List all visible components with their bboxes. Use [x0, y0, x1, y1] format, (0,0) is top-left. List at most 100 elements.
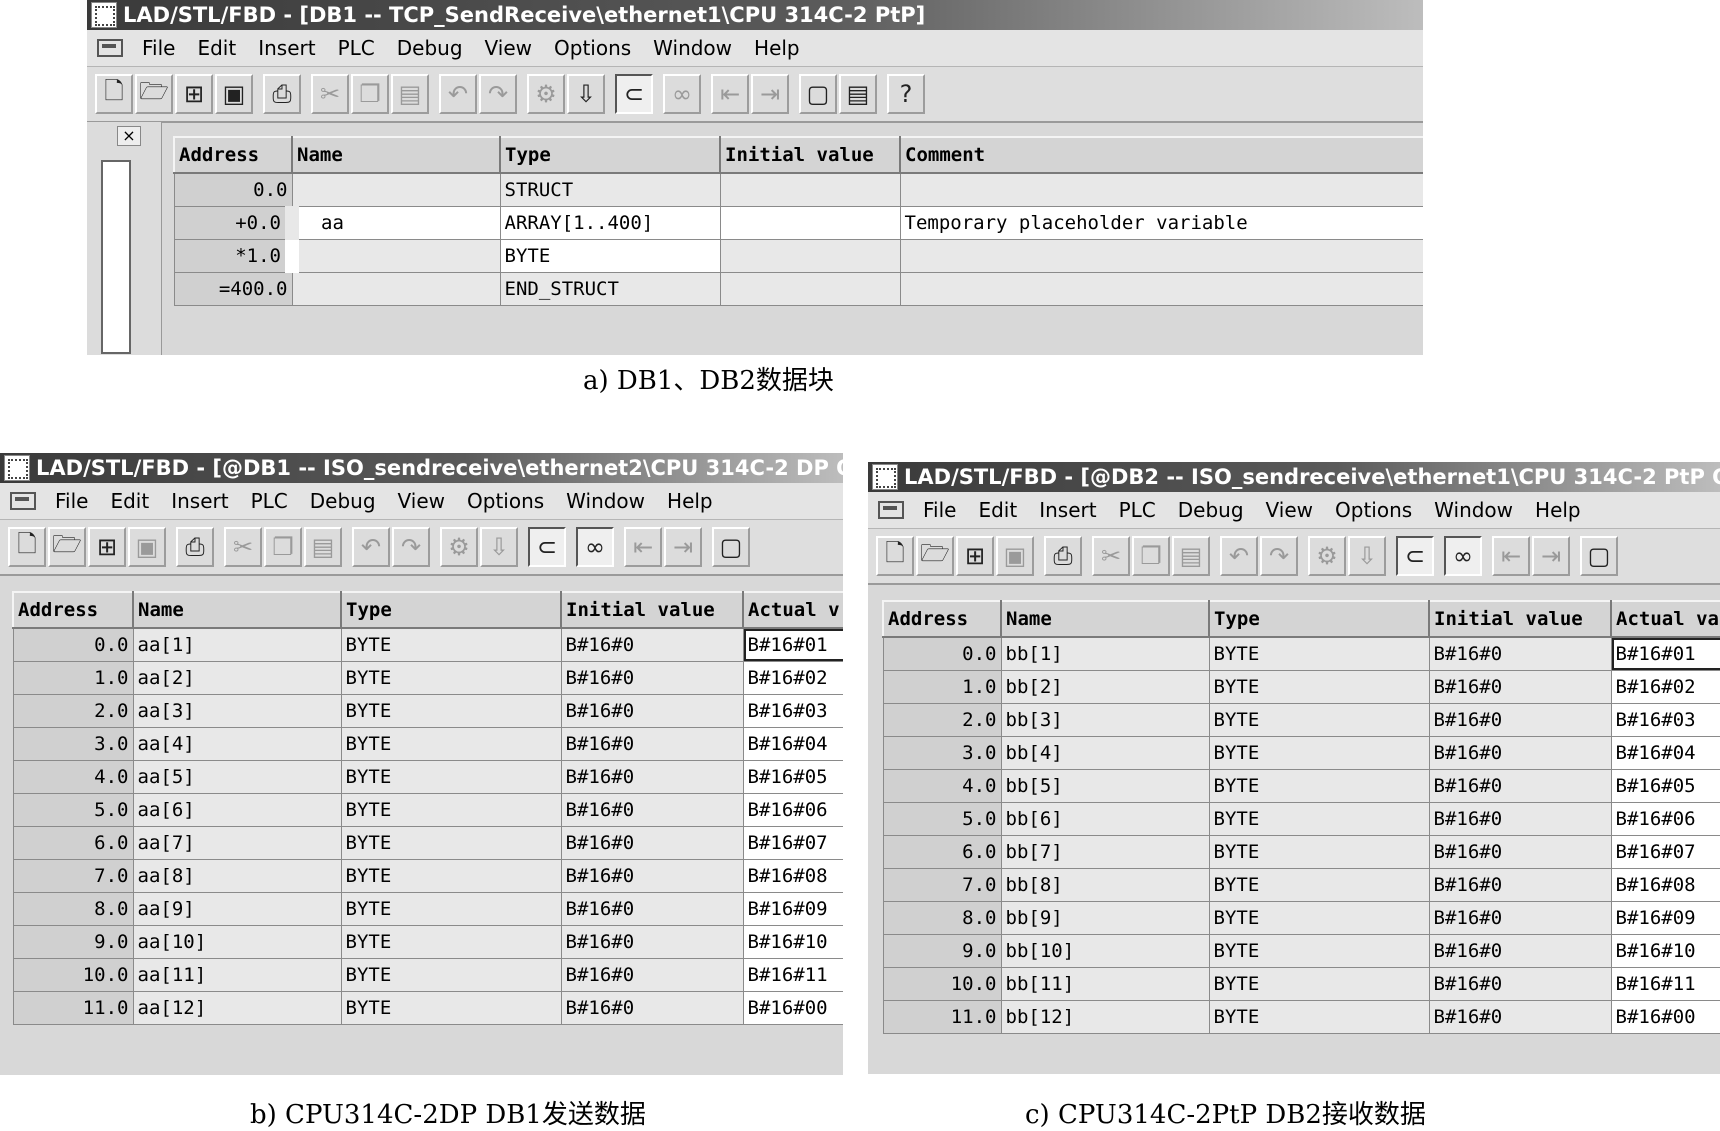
- table-row[interactable]: 0.0 STRUCT: [173, 172, 1423, 207]
- window-b-titlebar[interactable]: LAD/STL/FBD - [@DB1 -- ISO_sendreceive\e…: [0, 453, 843, 483]
- initial-value-cell[interactable]: B#16#0: [560, 826, 744, 860]
- actual-value-cell[interactable]: B#16#05: [1610, 769, 1720, 803]
- name-cell[interactable]: bb[9]: [1000, 901, 1210, 935]
- actual-value-cell[interactable]: B#16#10: [742, 925, 843, 959]
- prev-error-icon[interactable]: ⇤: [1492, 536, 1530, 576]
- table-row[interactable]: 8.0 aa[9] BYTE B#16#0 B#16#09: [12, 892, 843, 926]
- menu-debug[interactable]: Debug: [1167, 498, 1255, 522]
- type-cell[interactable]: BYTE: [499, 239, 721, 273]
- column-header-initial-value[interactable]: Initial value: [560, 591, 744, 629]
- menu-options[interactable]: Options: [543, 36, 642, 60]
- type-cell[interactable]: BYTE: [1208, 736, 1430, 770]
- actual-value-cell[interactable]: B#16#02: [1610, 670, 1720, 704]
- initial-value-cell[interactable]: B#16#0: [1428, 670, 1612, 704]
- actual-value-cell[interactable]: B#16#09: [742, 892, 843, 926]
- table-row[interactable]: 11.0 bb[12] BYTE B#16#0 B#16#00: [882, 1000, 1720, 1034]
- actual-value-cell[interactable]: B#16#08: [742, 859, 843, 893]
- save-icon[interactable]: ▣: [996, 536, 1034, 576]
- table-row[interactable]: 3.0 bb[4] BYTE B#16#0 B#16#04: [882, 736, 1720, 770]
- table-row[interactable]: 2.0 aa[3] BYTE B#16#0 B#16#03: [12, 694, 843, 728]
- actual-value-cell[interactable]: B#16#01: [1610, 636, 1720, 671]
- table-row[interactable]: 6.0 aa[7] BYTE B#16#0 B#16#07: [12, 826, 843, 860]
- name-cell[interactable]: bb[2]: [1000, 670, 1210, 704]
- close-icon[interactable]: ×: [117, 126, 141, 146]
- actual-value-cell[interactable]: B#16#01: [742, 627, 843, 662]
- name-cell[interactable]: aa[8]: [132, 859, 342, 893]
- name-cell[interactable]: aa[10]: [132, 925, 342, 959]
- prev-error-icon[interactable]: ⇤: [711, 74, 749, 114]
- initial-value-cell[interactable]: B#16#0: [1428, 636, 1612, 671]
- system-menu-icon[interactable]: [97, 39, 123, 57]
- print-icon[interactable]: ⎙: [1044, 536, 1082, 576]
- column-header-address[interactable]: Address: [882, 600, 1002, 638]
- menu-file[interactable]: File: [44, 489, 99, 513]
- type-cell[interactable]: BYTE: [340, 925, 562, 959]
- actual-value-cell[interactable]: B#16#11: [742, 958, 843, 992]
- initial-value-cell[interactable]: B#16#0: [1428, 769, 1612, 803]
- cut-icon[interactable]: ✂: [311, 74, 349, 114]
- compile-icon[interactable]: ⚙: [1308, 536, 1346, 576]
- menu-window[interactable]: Window: [1423, 498, 1524, 522]
- table-row[interactable]: 1.0 bb[2] BYTE B#16#0 B#16#02: [882, 670, 1720, 704]
- menu-plc[interactable]: PLC: [327, 36, 386, 60]
- menu-edit[interactable]: Edit: [186, 36, 247, 60]
- initial-value-cell[interactable]: B#16#0: [560, 892, 744, 926]
- comment-cell[interactable]: [899, 172, 1423, 207]
- name-cell[interactable]: aa[4]: [132, 727, 342, 761]
- table-row[interactable]: =400.0 END_STRUCT: [173, 272, 1423, 306]
- undo-icon[interactable]: ↶: [1220, 536, 1258, 576]
- actual-value-cell[interactable]: B#16#04: [1610, 736, 1720, 770]
- type-cell[interactable]: BYTE: [340, 760, 562, 794]
- prev-error-icon[interactable]: ⇤: [624, 527, 662, 567]
- actual-value-cell[interactable]: B#16#03: [742, 694, 843, 728]
- initial-value-cell[interactable]: B#16#0: [1428, 835, 1612, 869]
- name-cell[interactable]: bb[1]: [1000, 636, 1210, 671]
- print-icon[interactable]: ⎙: [176, 527, 214, 567]
- online-monitor-icon[interactable]: ⊂: [615, 74, 653, 114]
- name-cell[interactable]: aa[3]: [132, 694, 342, 728]
- initial-value-cell[interactable]: [719, 272, 901, 306]
- initial-value-cell[interactable]: [719, 172, 901, 207]
- comment-cell[interactable]: [899, 272, 1423, 306]
- initial-value-cell[interactable]: B#16#0: [560, 859, 744, 893]
- table-row[interactable]: 10.0 aa[11] BYTE B#16#0 B#16#11: [12, 958, 843, 992]
- undo-icon[interactable]: ↶: [439, 74, 477, 114]
- menu-help[interactable]: Help: [656, 489, 724, 513]
- download-icon[interactable]: ⇩: [1348, 536, 1386, 576]
- initial-value-cell[interactable]: B#16#0: [560, 958, 744, 992]
- redo-icon[interactable]: ↷: [1260, 536, 1298, 576]
- menu-view[interactable]: View: [474, 36, 543, 60]
- paste-icon[interactable]: ▤: [391, 74, 429, 114]
- type-cell[interactable]: BYTE: [340, 892, 562, 926]
- accessible-nodes-icon[interactable]: ⊞: [88, 527, 126, 567]
- next-error-icon[interactable]: ⇥: [664, 527, 702, 567]
- column-header-address[interactable]: Address: [12, 591, 134, 629]
- accessible-nodes-icon[interactable]: ⊞: [175, 74, 213, 114]
- actual-value-cell[interactable]: B#16#06: [1610, 802, 1720, 836]
- actual-value-cell[interactable]: B#16#02: [742, 661, 843, 695]
- actual-value-cell[interactable]: B#16#07: [742, 826, 843, 860]
- name-cell[interactable]: bb[12]: [1000, 1000, 1210, 1034]
- name-cell[interactable]: aa[2]: [132, 661, 342, 695]
- column-header-address[interactable]: Address: [173, 136, 293, 174]
- window-c-titlebar[interactable]: LAD/STL/FBD - [@DB2 -- ISO_sendreceive\e…: [868, 462, 1720, 492]
- system-menu-icon[interactable]: [10, 492, 36, 510]
- type-cell[interactable]: BYTE: [1208, 1000, 1430, 1034]
- overview-pane[interactable]: ×: [87, 122, 162, 355]
- table-row[interactable]: 4.0 bb[5] BYTE B#16#0 B#16#05: [882, 769, 1720, 803]
- table-row[interactable]: *1.0 BYTE: [173, 239, 1423, 273]
- type-cell[interactable]: BYTE: [1208, 967, 1430, 1001]
- initial-value-cell[interactable]: B#16#0: [1428, 1000, 1612, 1034]
- table-row[interactable]: 5.0 bb[6] BYTE B#16#0 B#16#06: [882, 802, 1720, 836]
- type-cell[interactable]: BYTE: [340, 991, 562, 1025]
- initial-value-cell[interactable]: B#16#0: [560, 694, 744, 728]
- online-monitor-icon[interactable]: ⊂: [528, 527, 566, 567]
- name-cell[interactable]: aa[9]: [132, 892, 342, 926]
- column-header-initial-value[interactable]: Initial value: [719, 136, 901, 174]
- menu-view[interactable]: View: [387, 489, 456, 513]
- initial-value-cell[interactable]: B#16#0: [1428, 802, 1612, 836]
- table-row[interactable]: 2.0 bb[3] BYTE B#16#0 B#16#03: [882, 703, 1720, 737]
- actual-value-cell[interactable]: B#16#11: [1610, 967, 1720, 1001]
- print-icon[interactable]: ⎙: [263, 74, 301, 114]
- next-error-icon[interactable]: ⇥: [751, 74, 789, 114]
